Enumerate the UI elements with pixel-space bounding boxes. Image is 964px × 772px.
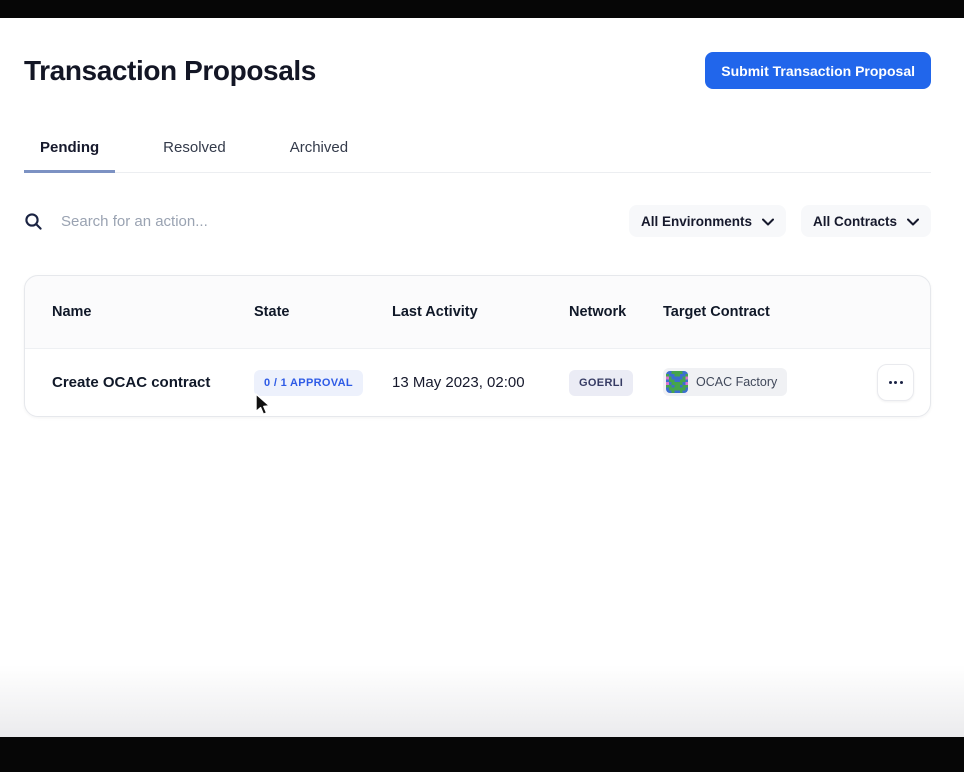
letterbox-bottom bbox=[0, 737, 964, 772]
tab-pending[interactable]: Pending bbox=[24, 139, 115, 173]
submit-transaction-proposal-button[interactable]: Submit Transaction Proposal bbox=[705, 52, 931, 89]
column-header-last-activity: Last Activity bbox=[392, 304, 569, 320]
target-contract-cell: OCAC Factory bbox=[663, 368, 862, 398]
contract-identicon-icon bbox=[666, 371, 688, 393]
environments-dropdown-value: All Environments bbox=[641, 214, 752, 229]
network-badge: GOERLI bbox=[569, 370, 633, 396]
page-title: Transaction Proposals bbox=[24, 53, 316, 89]
app-viewport: Transaction Proposals Submit Transaction… bbox=[0, 18, 964, 737]
tab-resolved[interactable]: Resolved bbox=[147, 139, 242, 173]
ellipsis-icon bbox=[894, 381, 897, 384]
filter-dropdowns: All Environments All Contracts bbox=[629, 205, 931, 237]
column-header-name: Name bbox=[52, 304, 254, 320]
chevron-down-icon bbox=[907, 218, 919, 226]
filter-row: All Environments All Contracts bbox=[24, 205, 931, 237]
approval-status-badge: 0 / 1 APPROVAL bbox=[254, 370, 363, 396]
row-actions-button[interactable] bbox=[877, 364, 914, 401]
proposals-table-card: Name State Last Activity Network Target … bbox=[24, 275, 931, 417]
state-cell: 0 / 1 APPROVAL bbox=[254, 370, 392, 396]
target-contract-label: OCAC Factory bbox=[696, 375, 777, 389]
target-contract-chip[interactable]: OCAC Factory bbox=[663, 368, 787, 396]
ellipsis-icon bbox=[900, 381, 903, 384]
letterbox-top bbox=[0, 0, 964, 18]
search-icon bbox=[24, 212, 43, 231]
environments-dropdown[interactable]: All Environments bbox=[629, 205, 786, 237]
network-cell: GOERLI bbox=[569, 370, 663, 396]
table-row[interactable]: Create OCAC contract 0 / 1 APPROVAL 13 M… bbox=[25, 348, 930, 416]
contracts-dropdown[interactable]: All Contracts bbox=[801, 205, 931, 237]
contracts-dropdown-value: All Contracts bbox=[813, 214, 897, 229]
search-input[interactable] bbox=[61, 209, 401, 234]
chevron-down-icon bbox=[762, 218, 774, 226]
last-activity-value: 13 May 2023, 02:00 bbox=[392, 374, 569, 391]
page-header: Transaction Proposals Submit Transaction… bbox=[24, 18, 931, 89]
table-header-row: Name State Last Activity Network Target … bbox=[25, 276, 930, 348]
search-box bbox=[24, 209, 629, 234]
tab-bar: Pending Resolved Archived bbox=[24, 139, 931, 173]
proposal-name: Create OCAC contract bbox=[52, 374, 254, 391]
ellipsis-icon bbox=[889, 381, 892, 384]
column-header-state: State bbox=[254, 304, 392, 320]
column-header-network: Network bbox=[569, 304, 663, 320]
column-header-target-contract: Target Contract bbox=[663, 304, 862, 320]
tab-archived[interactable]: Archived bbox=[274, 139, 364, 173]
